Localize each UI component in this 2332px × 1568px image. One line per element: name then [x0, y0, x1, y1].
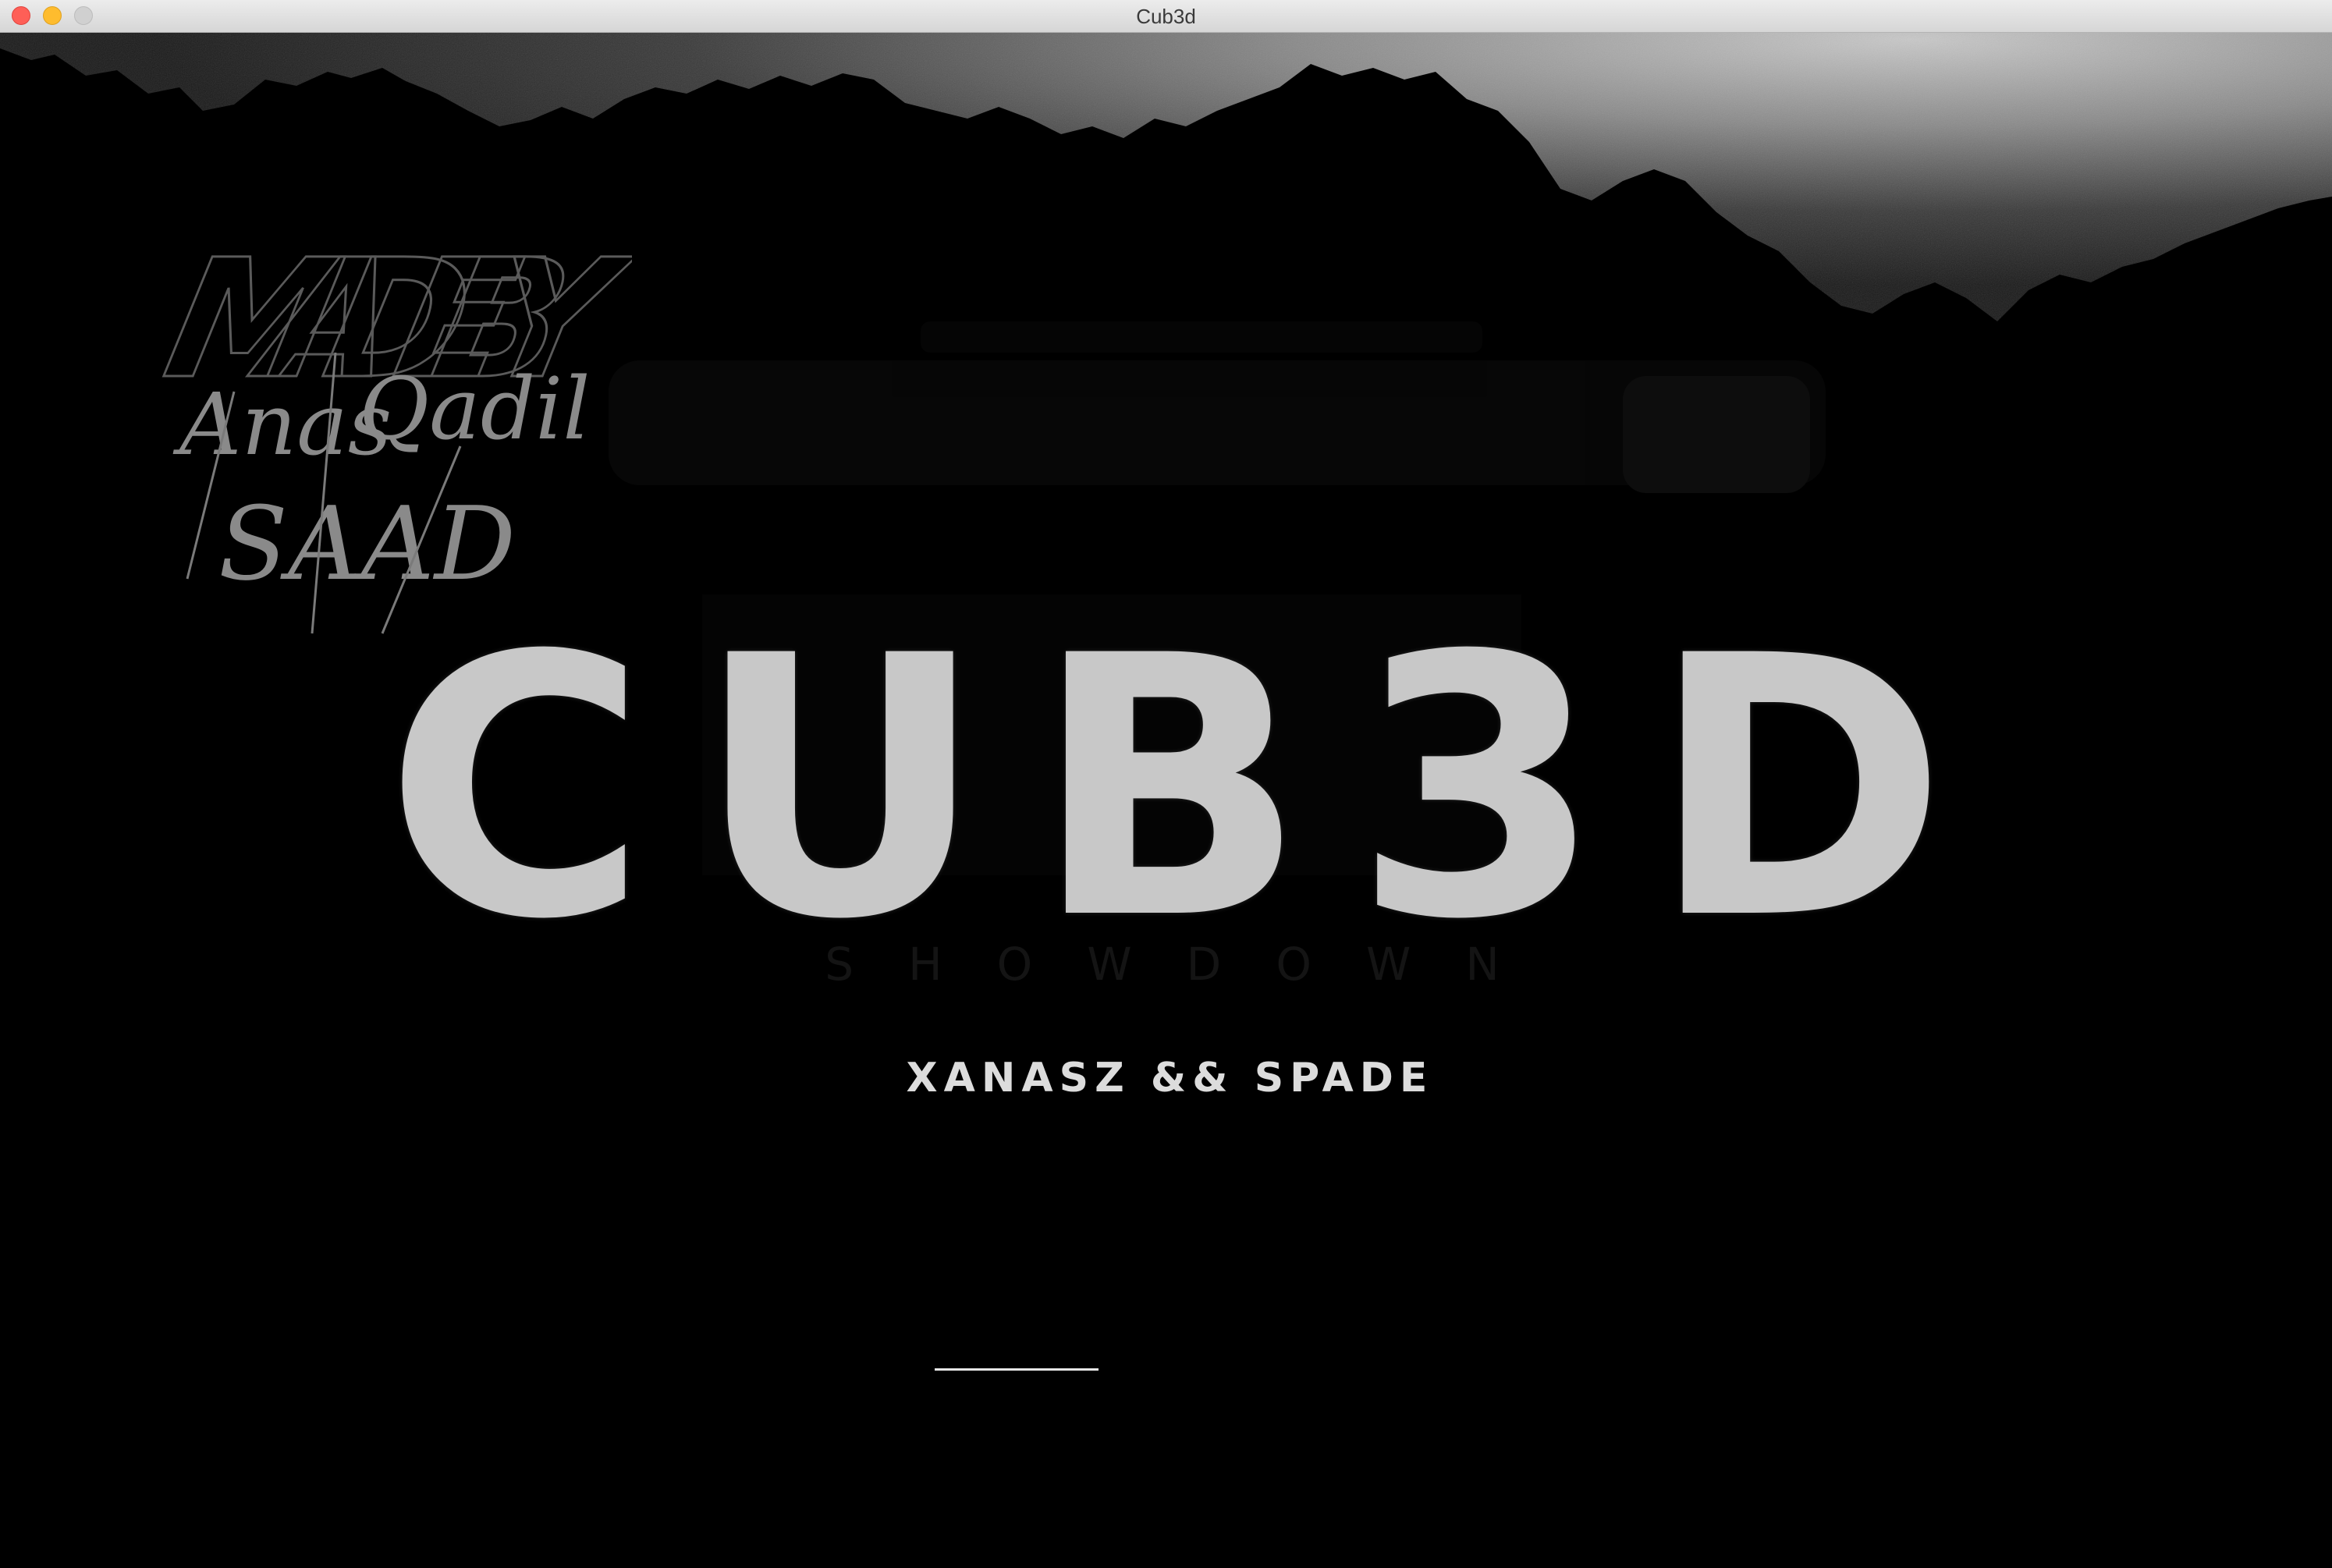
game-viewport[interactable]: MADE BY Anas Qadil SAAD SHOWDOWN CUB3D X… [0, 33, 2332, 1568]
game-logo-title: CUB3D [384, 580, 1995, 998]
loading-bar [935, 1368, 1099, 1371]
author-name-2: Qadil [359, 359, 591, 459]
credits-line: XANASZ && SPADE [906, 1055, 1434, 1102]
game-window: Cub3d MADE BY Anas Qadil SAAD SHOWDOWN C… [0, 0, 2332, 1568]
title-bar[interactable]: Cub3d [0, 0, 2332, 33]
window-title: Cub3d [1136, 5, 1196, 28]
